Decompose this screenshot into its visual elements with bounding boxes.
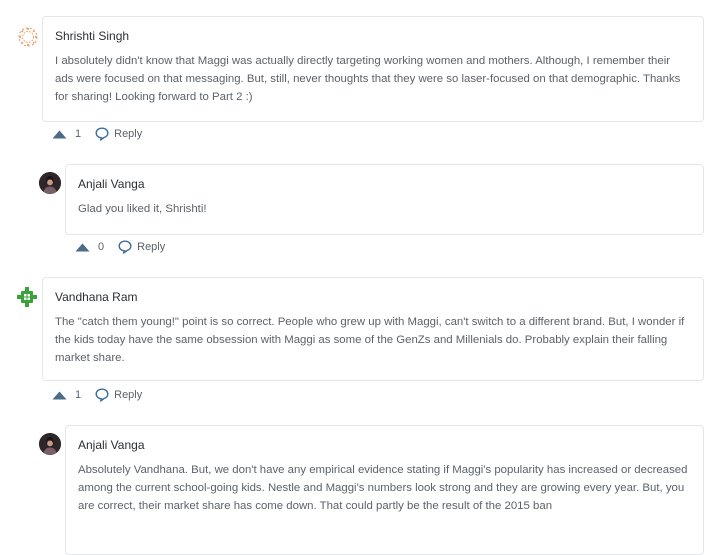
comment-text: Absolutely Vandhana. But, we don't have … [78, 464, 688, 512]
comment-text: The "catch them young!" point is so corr… [55, 316, 685, 364]
comment-actions: 0 Reply [75, 238, 165, 256]
comment-card: Shrishti Singh I absolutely didn't know … [42, 16, 704, 122]
comment-card: Vandhana Ram The "catch them young!" poi… [42, 277, 704, 381]
reply-label: Reply [114, 128, 143, 140]
reply-button[interactable]: Reply [118, 240, 165, 254]
upvote-icon [52, 391, 67, 399]
speech-bubble-icon [118, 240, 132, 254]
reply-button[interactable]: Reply [95, 127, 142, 141]
comment-actions: 1 Reply [52, 125, 142, 143]
mandala-avatar-icon [17, 26, 39, 48]
comment-card: Anjali Vanga Glad you liked it, Shrishti… [65, 164, 704, 235]
comment-author[interactable]: Vandhana Ram [55, 290, 691, 304]
comment-author[interactable]: Shrishti Singh [55, 29, 691, 43]
comment-text: I absolutely didn't know that Maggi was … [55, 55, 681, 103]
reply-label: Reply [137, 241, 166, 253]
reply-label: Reply [114, 389, 143, 401]
speech-bubble-icon [95, 127, 109, 141]
profile-photo-avatar [39, 172, 61, 194]
reply-button[interactable]: Reply [95, 388, 142, 402]
green-pattern-avatar-icon [16, 286, 38, 308]
comment-author[interactable]: Anjali Vanga [78, 177, 691, 191]
upvote-button[interactable] [75, 243, 90, 252]
profile-photo-avatar [39, 433, 61, 455]
upvote-icon [75, 243, 90, 251]
comment-actions: 1 Reply [52, 386, 142, 404]
comment-author[interactable]: Anjali Vanga [78, 438, 691, 452]
upvote-count: 1 [75, 128, 82, 140]
comment-card: Anjali Vanga Absolutely Vandhana. But, w… [65, 425, 704, 555]
upvote-button[interactable] [52, 130, 67, 139]
upvote-count: 0 [98, 241, 105, 253]
speech-bubble-icon [95, 388, 109, 402]
upvote-count: 1 [75, 389, 82, 401]
upvote-icon [52, 130, 67, 138]
comment-text: Glad you liked it, Shrishti! [78, 203, 207, 215]
upvote-button[interactable] [52, 391, 67, 400]
